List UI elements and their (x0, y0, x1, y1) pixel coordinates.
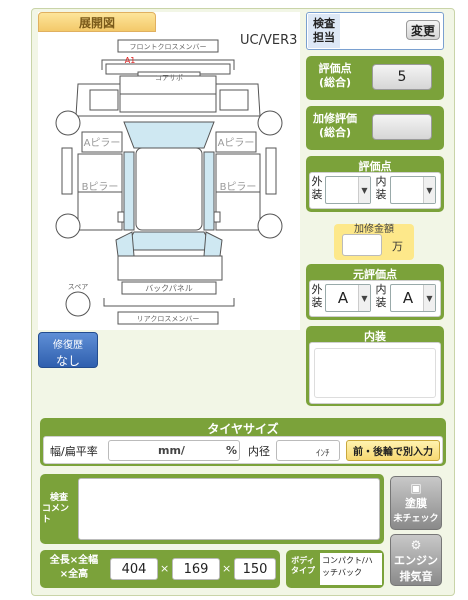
a-pillar-right-label: Aピラー (218, 137, 255, 149)
repair-amount-label: 加修金額 (354, 224, 394, 235)
score-total-label: 評価点(総合) (308, 62, 362, 90)
interior-textarea[interactable] (314, 348, 436, 398)
body-type-label: ボディタイプ (291, 556, 315, 575)
b-pillar-right-label: Bピラー (220, 181, 257, 193)
change-button[interactable]: 変更 (406, 20, 440, 40)
tire-inch-unit: ｲﾝﾁ (316, 449, 330, 459)
comment-label-text: コメント (42, 503, 70, 525)
chevron-down-icon: ▼ (358, 177, 370, 203)
score-exterior-label: 外装 (311, 175, 323, 201)
width-input[interactable]: 169 (172, 558, 220, 580)
repair-history-button[interactable]: 修復歴 なし (38, 332, 98, 368)
diagram-tab: 展開図 (38, 12, 156, 32)
score-exterior-select[interactable]: ▼ (325, 176, 371, 204)
tire-title: タイヤサイズ (207, 422, 279, 436)
comment-label: 検査 コメント (42, 478, 76, 540)
engine-sound-button[interactable]: ⚙ エンジン 排気音 (390, 534, 442, 586)
front-cross-member-label: フロントクロスメンバー (130, 43, 207, 51)
chevron-down-icon: ▼ (423, 285, 435, 311)
original-interior-select[interactable]: A ▼ (390, 284, 436, 312)
dimensions-label-text: 全長×全幅×全高 (49, 555, 99, 580)
b-pillar-left-label: Bピラー (82, 181, 119, 193)
tire-width-label: 幅/扁平率 (50, 445, 98, 458)
tire-mm-unit: mm/ (158, 444, 185, 457)
original-interior-value: A (402, 289, 414, 307)
comment-textarea[interactable] (78, 478, 380, 540)
engine-line2: 排気音 (399, 570, 433, 583)
score-interior-select[interactable]: ▼ (390, 176, 436, 204)
length-input[interactable]: 404 (110, 558, 158, 580)
original-exterior-select[interactable]: A ▼ (325, 284, 371, 312)
height-input[interactable]: 150 (234, 558, 276, 580)
score-interior-label: 内装 (375, 175, 387, 201)
front-rear-button[interactable]: 前・後輪で別入力 (346, 440, 440, 461)
tire-inner-label: 内径 (248, 445, 270, 458)
repair-eval-label-text: 加修評価(総合) (313, 112, 357, 139)
repair-eval-label: 加修評価(総合) (308, 112, 362, 140)
repair-eval-value[interactable] (372, 114, 432, 140)
paint-icon: ▣ (410, 481, 422, 495)
repair-history-value: なし (55, 354, 80, 368)
chevron-down-icon: ▼ (358, 285, 370, 311)
a1-mark: A1 (125, 56, 136, 65)
body-type-value: コンパクト/ハッチバック (320, 553, 382, 585)
core-support-label: コアサポ (155, 74, 183, 82)
chevron-down-icon: ▼ (423, 177, 435, 203)
engine-line1: エンジン (394, 554, 438, 567)
car-diagram[interactable]: フロントクロスメンバー A1 コアサポ Aピラー Aピラー Bピラー Bピラー … (38, 36, 300, 330)
comment-label-prefix: 検査 (49, 492, 68, 503)
dim-sep-1: × (160, 562, 170, 575)
score-total-label-text: 評価点(総合) (318, 62, 352, 89)
repair-history-label: 修復歴 (53, 340, 83, 351)
engine-icon: ⚙ (410, 538, 422, 552)
original-exterior-label: 外装 (311, 283, 323, 309)
a-pillar-left-label: Aピラー (84, 137, 121, 149)
repair-amount-input[interactable] (342, 234, 382, 256)
repair-amount-unit: 万 (392, 240, 403, 253)
original-interior-label: 内装 (375, 283, 387, 309)
inspection-label: 検査担当 (308, 14, 340, 48)
dim-sep-2: × (222, 562, 232, 575)
score-total-value[interactable]: 5 (372, 64, 432, 90)
paint-line2: 未チェック (393, 514, 439, 524)
spare-label: スペア (68, 283, 89, 291)
tire-inner-input[interactable] (276, 440, 340, 461)
rear-cross-member-label: リアクロスメンバー (137, 315, 200, 323)
tire-pct-unit: % (226, 444, 238, 457)
original-exterior-value: A (337, 289, 349, 307)
paint-check-button[interactable]: ▣ 塗膜 未チェック (390, 476, 442, 530)
back-panel-label: バックパネル (145, 284, 193, 293)
inspection-label-text: 検査担当 (313, 17, 335, 44)
paint-line1: 塗膜 (405, 497, 427, 510)
dimensions-label: 全長×全幅×全高 (42, 554, 106, 584)
